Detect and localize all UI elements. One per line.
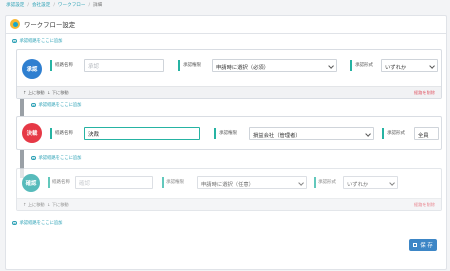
breadcrumb-item[interactable]: 承認設定	[6, 3, 24, 8]
format-label: 承認形式	[387, 131, 405, 136]
format-value: いずれか	[347, 181, 369, 188]
save-icon	[413, 243, 418, 247]
approver-value: 損益会社（管理者）	[253, 132, 301, 139]
format-value: 全員	[418, 132, 429, 139]
name-label: 経路名称	[55, 63, 73, 68]
approver-value: 申請時に選択（必須）	[216, 64, 269, 71]
field-marker	[314, 177, 316, 188]
chevron-down-icon	[428, 62, 435, 69]
field-marker	[350, 60, 352, 71]
breadcrumb: 承認設定 / 会社設定 / ワークフロー / 詳細	[6, 2, 102, 8]
field-marker	[50, 60, 52, 71]
move-up-button[interactable]: ↑ 上に移動	[23, 90, 45, 96]
step-badge: 決裁	[22, 123, 42, 143]
move-down-button[interactable]: ↓ 下に移動	[47, 90, 69, 96]
field-marker	[214, 128, 216, 139]
approver-label: 承認権限	[166, 180, 184, 185]
name-label: 経路名称	[55, 131, 73, 136]
delete-step-button[interactable]: 経路を削除	[414, 90, 435, 96]
format-label: 承認形式	[355, 63, 373, 68]
plus-icon: +	[31, 155, 36, 161]
delete-step-button[interactable]: 経路を削除	[414, 202, 435, 208]
format-select[interactable]: いずれか	[343, 176, 398, 189]
step-name-input[interactable]: 承認	[84, 59, 164, 72]
add-step-link[interactable]: + 承認経路をここに追加	[31, 155, 81, 161]
move-down-button[interactable]: ↓ 下に移動	[47, 202, 69, 208]
format-select[interactable]: 全員	[414, 127, 439, 140]
plus-icon: +	[31, 102, 36, 108]
name-label: 経路名称	[52, 180, 70, 185]
approver-label: 承認権限	[183, 63, 201, 68]
breadcrumb-separator: /	[27, 3, 29, 8]
add-step-label: 承認経路をここに追加	[19, 39, 63, 44]
save-button[interactable]: 保 存	[409, 239, 437, 251]
field-marker	[178, 60, 180, 71]
chevron-down-icon	[388, 179, 395, 186]
workflow-panel: ワークフロー設定 + 承認経路をここに追加 承認 経路名称 承認 承認権限 申請…	[5, 15, 447, 270]
step-name-input[interactable]: 確認	[75, 176, 153, 189]
add-step-label: 承認経路をここに追加	[19, 221, 63, 226]
add-step-link[interactable]: + 承認経路をここに追加	[12, 220, 62, 226]
step-actions-bar: ↑ 上に移動 ↓ 下に移動 経路を削除	[17, 198, 441, 210]
field-marker	[48, 177, 50, 188]
breadcrumb-item[interactable]: ワークフロー	[58, 3, 86, 8]
add-step-label: 承認経路をここに追加	[38, 103, 82, 108]
add-step-link[interactable]: + 承認経路をここに追加	[31, 102, 81, 108]
step-badge: 承認	[22, 59, 42, 79]
approver-value: 申請時に選択（任意）	[201, 181, 254, 188]
step-card-2: 決裁 経路名称 決裁 承認権限 損益会社（管理者） 承認形式 全員	[16, 116, 442, 150]
field-marker	[50, 128, 52, 139]
plus-icon: +	[12, 38, 17, 44]
field-marker	[382, 128, 384, 139]
step-card-3: 確認 経路名称 確認 承認権限 申請時に選択（任意） 承認形式 いずれか ↑ 上…	[16, 168, 442, 211]
step-actions-bar: ↑ 上に移動 ↓ 下に移動 経路を削除	[17, 86, 441, 98]
panel-header: ワークフロー設定	[6, 16, 446, 34]
approver-select[interactable]: 申請時に選択（必須）	[212, 59, 337, 72]
breadcrumb-separator: /	[88, 3, 91, 8]
format-value: いずれか	[385, 64, 407, 71]
step-badge: 確認	[22, 174, 40, 192]
field-marker	[162, 177, 164, 188]
format-label: 承認形式	[318, 180, 336, 185]
save-label: 保 存	[420, 243, 433, 249]
add-step-link[interactable]: + 承認経路をここに追加	[12, 38, 62, 44]
approver-select[interactable]: 損益会社（管理者）	[249, 127, 374, 140]
breadcrumb-separator: /	[53, 3, 55, 8]
approver-label: 承認権限	[219, 131, 237, 136]
approver-select[interactable]: 申請時に選択（任意）	[197, 176, 307, 189]
chevron-down-icon	[297, 179, 304, 186]
format-select[interactable]: いずれか	[381, 59, 438, 72]
plus-icon: +	[12, 220, 17, 226]
step-card-1: 承認 経路名称 承認 承認権限 申請時に選択（必須） 承認形式 いずれか ↑ 上…	[16, 49, 442, 99]
breadcrumb-item[interactable]: 会社設定	[32, 3, 50, 8]
breadcrumb-current: 詳細	[93, 3, 103, 8]
chevron-down-icon	[364, 130, 371, 137]
chevron-down-icon	[327, 62, 334, 69]
workflow-icon	[10, 19, 20, 29]
page-title: ワークフロー設定	[24, 20, 76, 29]
move-up-button[interactable]: ↑ 上に移動	[23, 202, 45, 208]
step-name-input[interactable]: 決裁	[84, 127, 200, 140]
add-step-label: 承認経路をここに追加	[38, 156, 82, 161]
